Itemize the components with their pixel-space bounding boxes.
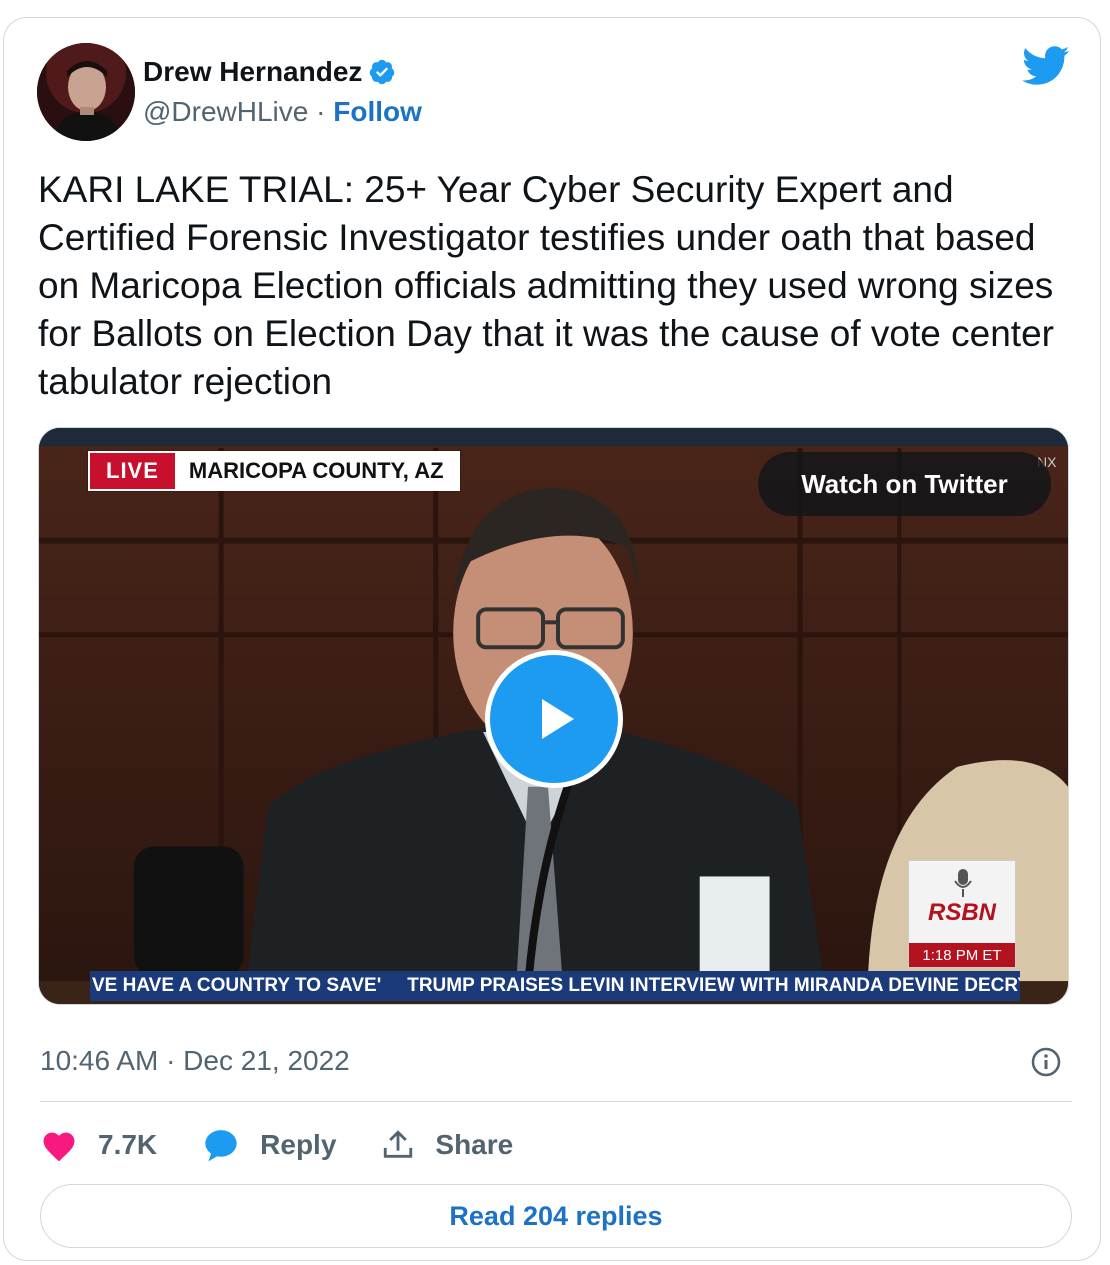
live-banner: LIVE MARICOPA COUNTY, AZ bbox=[88, 451, 460, 491]
live-label: LIVE bbox=[90, 453, 175, 489]
read-replies-button[interactable]: Read 204 replies bbox=[40, 1184, 1072, 1248]
verified-badge-icon bbox=[370, 59, 395, 85]
reply-bubble-icon bbox=[205, 1130, 237, 1162]
rsbn-watermark: RSBN 1:18 PM ET bbox=[908, 860, 1016, 968]
microphone-icon bbox=[954, 869, 972, 897]
follow-link[interactable]: Follow bbox=[333, 96, 422, 127]
tweet-card: Drew Hernandez @DrewHLive · Follow KARI … bbox=[3, 17, 1101, 1261]
location-label: MARICOPA COUNTY, AZ bbox=[174, 453, 458, 489]
heart-icon bbox=[43, 1132, 75, 1162]
action-bar: 7.7K Reply Share bbox=[40, 1120, 558, 1170]
rsbn-time: 1:18 PM ET bbox=[909, 943, 1015, 967]
reply-button[interactable]: Reply bbox=[202, 1127, 336, 1163]
play-button[interactable] bbox=[485, 650, 623, 788]
ticker-left: VE HAVE A COUNTRY TO SAVE' bbox=[92, 975, 382, 996]
video-player[interactable]: LIVE MARICOPA COUNTY, AZ NX Watch on Twi… bbox=[38, 427, 1069, 1005]
play-icon bbox=[542, 699, 574, 739]
reply-label: Reply bbox=[260, 1129, 337, 1160]
author-name[interactable]: Drew Hernandez bbox=[143, 56, 396, 88]
share-label: Share bbox=[435, 1129, 514, 1160]
ticker-right: TRUMP PRAISES LEVIN INTERVIEW WITH MIRAN… bbox=[407, 975, 1020, 996]
tweet-text: KARI LAKE TRIAL: 25+ Year Cyber Security… bbox=[38, 169, 1054, 402]
watch-on-twitter-button[interactable]: Watch on Twitter bbox=[758, 452, 1051, 516]
author-name-text[interactable]: Drew Hernandez bbox=[143, 56, 362, 88]
avatar[interactable] bbox=[37, 43, 135, 141]
twitter-bird-icon[interactable] bbox=[1022, 46, 1070, 86]
like-button[interactable]: 7.7K bbox=[40, 1128, 157, 1162]
tweet-timestamp[interactable]: 10:46 AM · Dec 21, 2022 bbox=[40, 1045, 350, 1077]
share-icon bbox=[384, 1130, 413, 1158]
news-ticker: VE HAVE A COUNTRY TO SAVE' TRUMP PRAISES… bbox=[90, 971, 1020, 1001]
share-button[interactable]: Share bbox=[381, 1128, 513, 1162]
handle-separator: · bbox=[308, 96, 334, 127]
author-handle[interactable]: @DrewHLive bbox=[143, 96, 308, 127]
divider bbox=[40, 1101, 1072, 1102]
author-handle-line: @DrewHLive · Follow bbox=[143, 96, 422, 128]
like-count: 7.7K bbox=[98, 1129, 158, 1160]
rsbn-logo: RSBN bbox=[927, 899, 996, 926]
info-icon[interactable] bbox=[1031, 1047, 1061, 1077]
